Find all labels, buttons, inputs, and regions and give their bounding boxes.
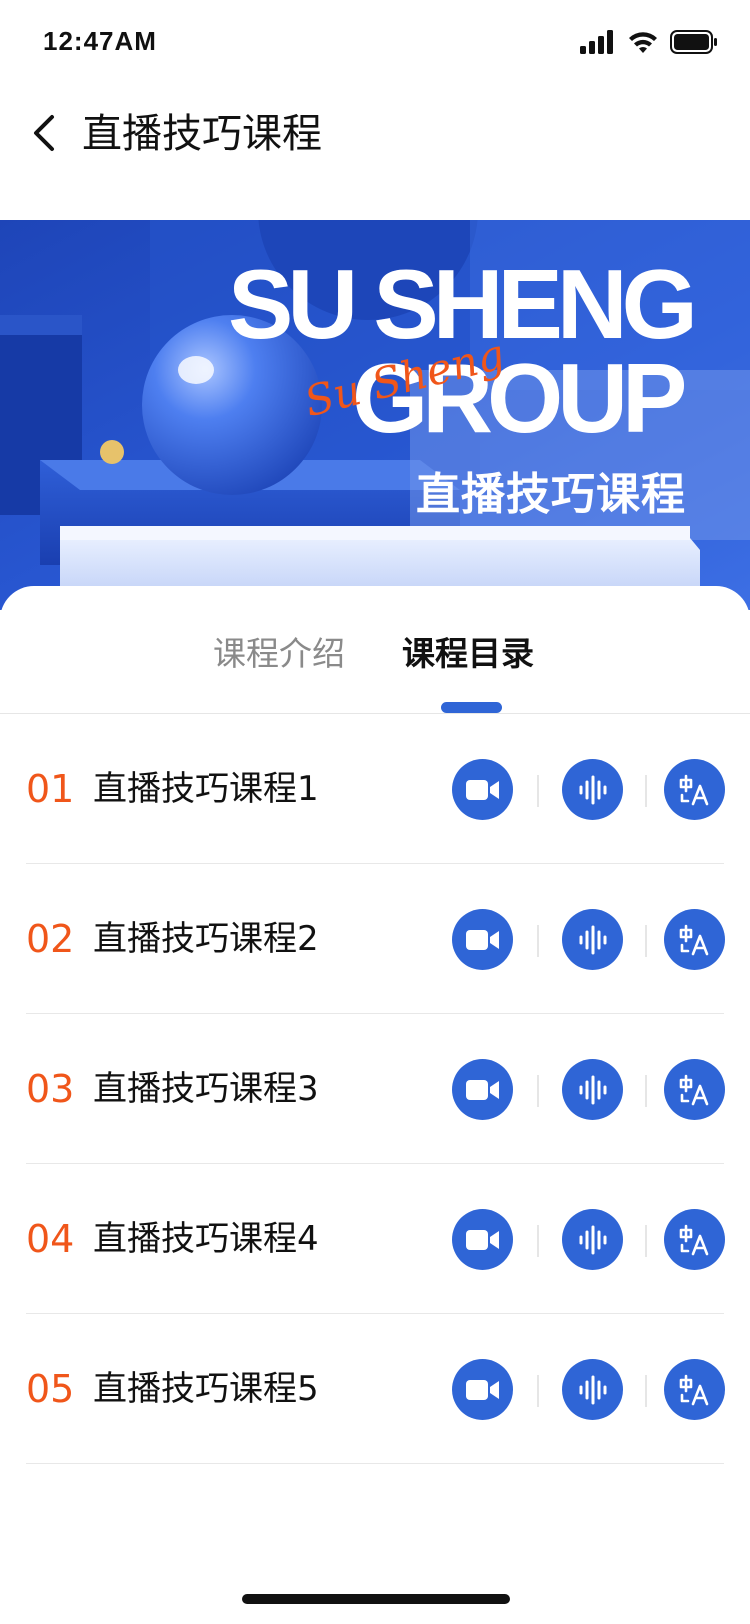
status-bar: 12:47AM	[0, 0, 750, 88]
divider	[537, 925, 539, 957]
divider	[537, 1375, 539, 1407]
lesson-list: 01 直播技巧课程1 02 直播技巧课程2 03 直播技巧课程3 04 直播技巧…	[0, 714, 750, 1464]
banner-subtitle: 直播技巧课程	[416, 469, 686, 520]
active-tab-indicator	[441, 702, 502, 713]
audio-button[interactable]	[562, 1059, 623, 1120]
text-translate-button[interactable]	[664, 1209, 725, 1270]
divider	[537, 1225, 539, 1257]
lesson-title[interactable]: 直播技巧课程3	[93, 1064, 319, 1114]
status-time: 12:47AM	[43, 26, 157, 56]
text-translate-button[interactable]	[664, 1059, 725, 1120]
tab-course-catalog[interactable]: 课程目录	[402, 632, 534, 676]
lesson-title[interactable]: 直播技巧课程2	[93, 914, 319, 964]
battery-icon	[670, 30, 717, 54]
video-button[interactable]	[452, 1059, 513, 1120]
lesson-number: 04	[26, 1217, 75, 1261]
home-indicator[interactable]	[242, 1594, 510, 1604]
lesson-row[interactable]: 01 直播技巧课程1	[26, 714, 725, 864]
text-translate-icon	[679, 924, 708, 955]
back-arrow-icon	[34, 115, 54, 151]
divider	[537, 775, 539, 807]
text-translate-icon	[679, 1374, 708, 1405]
lesson-row[interactable]: 03 直播技巧课程3	[26, 1014, 725, 1164]
lesson-row[interactable]: 02 直播技巧课程2	[26, 864, 725, 1014]
lesson-number: 03	[26, 1067, 75, 1111]
banner-artwork: SU SHENG GROUP Su Sheng	[0, 220, 750, 610]
audio-wave-icon	[579, 925, 606, 954]
divider	[537, 1075, 539, 1107]
text-translate-button[interactable]	[664, 909, 725, 970]
lesson-number: 02	[26, 917, 75, 961]
content-sheet: 课程介绍 课程目录 01 直播技巧课程1 02 直播技巧课程2 03 直播技巧课…	[0, 586, 750, 1624]
lesson-title[interactable]: 直播技巧课程5	[93, 1364, 319, 1414]
video-button[interactable]	[452, 1359, 513, 1420]
lesson-row[interactable]: 05 直播技巧课程5	[26, 1314, 725, 1464]
audio-button[interactable]	[562, 1359, 623, 1420]
audio-wave-icon	[579, 775, 606, 804]
video-icon	[465, 1229, 499, 1250]
video-icon	[465, 1079, 499, 1100]
course-banner: SU SHENG GROUP Su Sheng 直播技巧课程	[0, 220, 750, 610]
lesson-row[interactable]: 04 直播技巧课程4	[26, 1164, 725, 1314]
text-translate-icon	[679, 1224, 708, 1255]
lesson-number: 01	[26, 767, 75, 811]
lesson-title[interactable]: 直播技巧课程4	[93, 1214, 319, 1264]
lesson-number: 05	[26, 1367, 75, 1411]
text-translate-icon	[679, 774, 708, 805]
navigation-bar: 直播技巧课程	[0, 88, 750, 220]
divider	[645, 1225, 647, 1257]
video-button[interactable]	[452, 909, 513, 970]
divider	[645, 1375, 647, 1407]
tab-course-intro[interactable]: 课程介绍	[213, 632, 345, 676]
page-title: 直播技巧课程	[82, 111, 322, 157]
video-button[interactable]	[452, 759, 513, 820]
video-button[interactable]	[452, 1209, 513, 1270]
status-icons	[580, 30, 718, 54]
audio-button[interactable]	[562, 909, 623, 970]
text-translate-button[interactable]	[664, 1359, 725, 1420]
text-translate-icon	[679, 1074, 708, 1105]
divider	[645, 1075, 647, 1107]
audio-button[interactable]	[562, 1209, 623, 1270]
video-icon	[465, 1379, 499, 1400]
audio-wave-icon	[579, 1225, 606, 1254]
audio-wave-icon	[579, 1375, 606, 1404]
video-icon	[465, 929, 499, 950]
lesson-title[interactable]: 直播技巧课程1	[93, 764, 319, 814]
signal-icon	[580, 30, 613, 54]
audio-button[interactable]	[562, 759, 623, 820]
audio-wave-icon	[579, 1075, 606, 1104]
tab-bar: 课程介绍 课程目录	[0, 586, 750, 714]
wifi-icon	[629, 32, 657, 53]
text-translate-button[interactable]	[664, 759, 725, 820]
back-button[interactable]	[24, 108, 64, 158]
video-icon	[465, 779, 499, 800]
divider	[645, 775, 647, 807]
divider	[645, 925, 647, 957]
